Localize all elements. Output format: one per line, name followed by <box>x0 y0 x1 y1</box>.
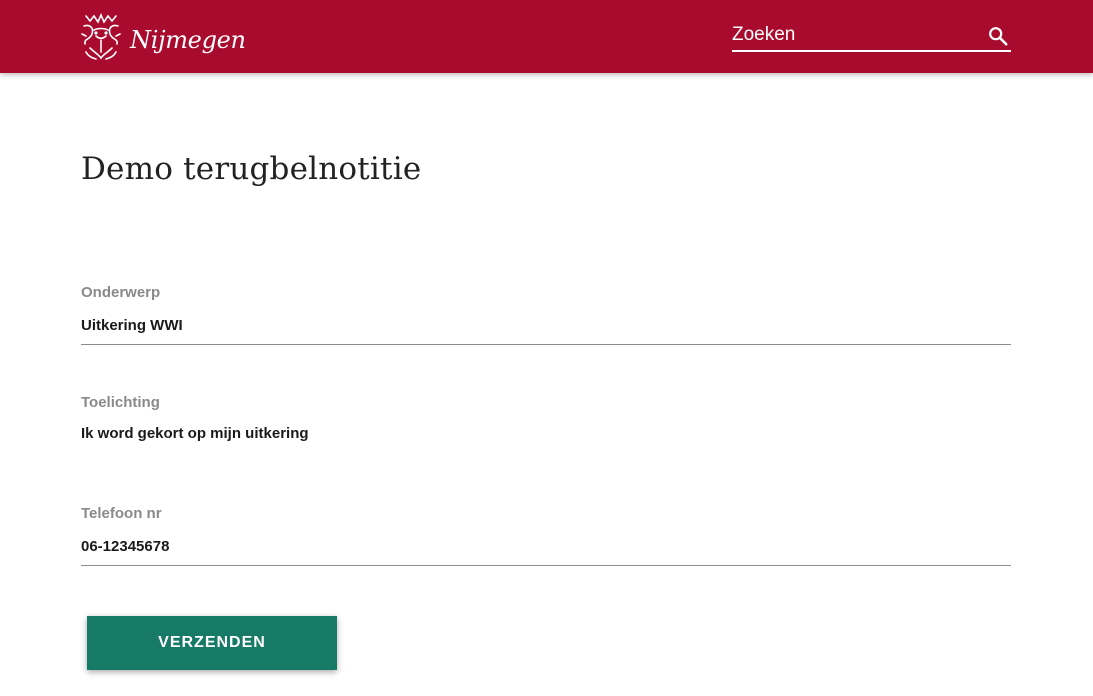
search-input[interactable] <box>732 20 972 50</box>
explanation-textarea[interactable]: Ik word gekort op mijn uitkering <box>81 425 1011 465</box>
explanation-field: Toelichting Ik word gekort op mijn uitke… <box>81 394 1011 465</box>
phone-underline <box>81 565 1011 566</box>
site-logo[interactable]: Nijmegen <box>80 11 246 63</box>
nijmegen-emblem-icon <box>81 12 121 60</box>
phone-label: Telefoon nr <box>81 505 162 522</box>
subject-input[interactable] <box>81 314 1011 336</box>
site-header: Nijmegen <box>0 0 1093 73</box>
search-icon[interactable] <box>987 25 1009 47</box>
search-bar <box>732 20 1011 52</box>
subject-underline <box>81 344 1011 345</box>
submit-button[interactable]: VERZENDEN <box>87 616 337 670</box>
subject-label: Onderwerp <box>81 284 161 301</box>
explanation-label: Toelichting <box>81 394 160 411</box>
brand-name: Nijmegen <box>130 26 246 54</box>
phone-field: Telefoon nr <box>81 505 1011 566</box>
page-title: Demo terugbelnotitie <box>81 151 422 187</box>
phone-input[interactable] <box>81 535 1011 557</box>
subject-field: Onderwerp <box>81 284 1011 345</box>
